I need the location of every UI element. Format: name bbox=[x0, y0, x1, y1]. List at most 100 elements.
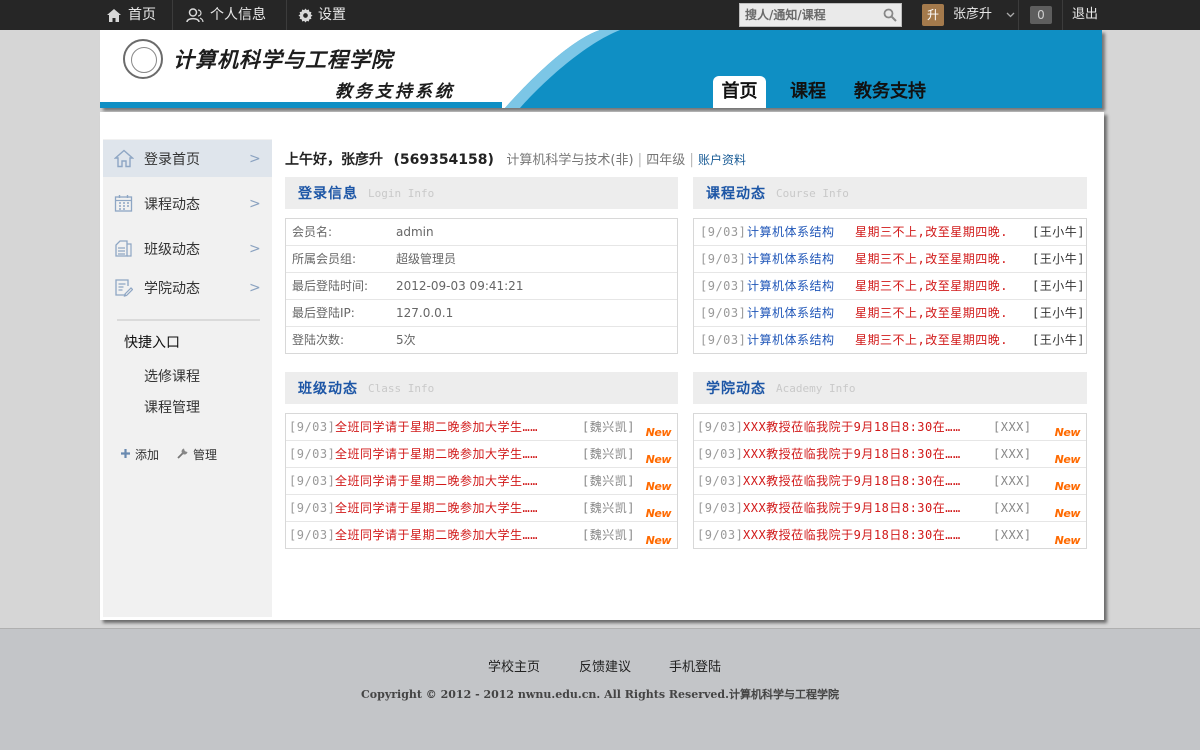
list-item[interactable]: [9/03] 全班同学请于星期二晚参加大学生…… [魏兴凯] New bbox=[286, 522, 677, 549]
news-title[interactable]: 全班同学请于星期二晚参加大学生…… bbox=[335, 441, 538, 467]
news-title[interactable]: XXX教授莅临我院于9月18日8:30在…… bbox=[743, 522, 961, 548]
news-date: [9/03] bbox=[289, 420, 336, 434]
news-author: [魏兴凯] bbox=[582, 420, 635, 434]
search-box bbox=[739, 3, 902, 27]
top-navigation-bar: 首页 个人信息 设置 升 张彦升 0 退出 bbox=[0, 0, 1200, 30]
add-label: 添加 bbox=[135, 448, 160, 462]
class-news-list: [9/03] 全班同学请于星期二晚参加大学生…… [魏兴凯] New [9/03] 全班同… bbox=[285, 413, 678, 549]
user-greeting: 上午好，张彦升 (569354158) 计算机科学与技术(非) | 四年级 | 账户资料 bbox=[285, 149, 746, 169]
tab-home[interactable]: 首页 bbox=[713, 76, 766, 108]
nav-profile-link[interactable]: 个人信息 bbox=[186, 0, 266, 30]
home-icon bbox=[113, 149, 135, 172]
news-text[interactable]: 星期三不上,改至星期四晚. bbox=[855, 273, 1008, 299]
footer-link-mobile-login[interactable]: 手机登陆 bbox=[669, 656, 721, 675]
footer-link-feedback[interactable]: 反馈建议 bbox=[579, 656, 631, 675]
quick-access-title: 快捷入口 bbox=[124, 335, 180, 351]
search-input[interactable] bbox=[740, 4, 880, 26]
gear-icon bbox=[298, 7, 313, 23]
sidebar-item-class-news[interactable]: 班级动态 > bbox=[103, 230, 272, 267]
list-item[interactable]: [9/03] XXX教授莅临我院于9月18日8:30在…… [XXX] New bbox=[694, 522, 1086, 549]
site-header-banner: 计算机科学与工程学院 教务支持系统 首页 课程 教务支持 bbox=[100, 30, 1102, 108]
class-icon bbox=[114, 239, 133, 262]
user-icon bbox=[186, 7, 204, 23]
manage-shortcut-button[interactable]: 管理 bbox=[177, 446, 217, 463]
news-date: [9/03] bbox=[700, 225, 747, 239]
nav-settings-label: 设置 bbox=[318, 7, 346, 23]
list-item[interactable]: [9/03] 全班同学请于星期二晚参加大学生…… [魏兴凯] New bbox=[286, 414, 677, 441]
login-info-title-en: Login Info bbox=[368, 186, 435, 200]
sidebar-item-course-news[interactable]: 课程动态 > bbox=[103, 185, 272, 222]
quick-link-elective-courses[interactable]: 选修课程 bbox=[144, 366, 200, 386]
news-title[interactable]: 全班同学请于星期二晚参加大学生…… bbox=[335, 522, 538, 548]
news-title[interactable]: XXX教授莅临我院于9月18日8:30在…… bbox=[743, 468, 961, 494]
news-text[interactable]: 星期三不上,改至星期四晚. bbox=[855, 219, 1008, 245]
add-shortcut-button[interactable]: 添加 bbox=[120, 446, 159, 463]
user-menu[interactable]: 张彦升 bbox=[953, 0, 1015, 30]
news-title[interactable]: 全班同学请于星期二晚参加大学生…… bbox=[335, 468, 538, 494]
news-date: [9/03] bbox=[289, 474, 336, 488]
main-content-card: 登录首页 > 课程动态 > 班级动态 > 学院动态 > 快捷入口 选修课程 课程… bbox=[100, 112, 1104, 620]
search-icon[interactable] bbox=[883, 8, 897, 22]
login-info-key: 最后登陆IP: bbox=[292, 306, 355, 320]
news-text[interactable]: 星期三不上,改至星期四晚. bbox=[855, 327, 1008, 353]
academy-news-title: 学院动态 bbox=[706, 381, 766, 397]
sidebar-item-label: 学院动态 bbox=[144, 280, 200, 297]
table-row: 最后登陆时间: 2012-09-03 09:41:21 bbox=[286, 273, 677, 300]
sidebar-item-academy-news[interactable]: 学院动态 > bbox=[103, 269, 272, 306]
news-date: [9/03] bbox=[700, 252, 747, 266]
list-item[interactable]: [9/03] 全班同学请于星期二晚参加大学生…… [魏兴凯] New bbox=[286, 468, 677, 495]
list-item[interactable]: [9/03] XXX教授莅临我院于9月18日8:30在…… [XXX] New bbox=[694, 468, 1086, 495]
sidebar-item-login-home[interactable]: 登录首页 > bbox=[103, 140, 272, 177]
nav-home-link[interactable]: 首页 bbox=[106, 0, 156, 30]
tab-academic-support[interactable]: 教务支持 bbox=[850, 76, 930, 108]
course-news-panel-header: 课程动态 Course Info bbox=[693, 177, 1087, 209]
news-course-name[interactable]: 计算机体系结构 bbox=[747, 246, 835, 272]
account-info-link[interactable]: 账户资料 bbox=[698, 153, 746, 167]
academy-news-list: [9/03] XXX教授莅临我院于9月18日8:30在…… [XXX] New [9/0… bbox=[693, 413, 1087, 549]
login-info-value: 5次 bbox=[396, 333, 416, 347]
news-text[interactable]: 星期三不上,改至星期四晚. bbox=[855, 300, 1008, 326]
news-author: [王小牛] bbox=[1032, 306, 1085, 320]
news-title[interactable]: XXX教授莅临我院于9月18日8:30在…… bbox=[743, 414, 961, 440]
login-info-key: 所属会员组: bbox=[292, 252, 357, 266]
table-row: 所属会员组: 超级管理员 bbox=[286, 246, 677, 273]
wrench-icon bbox=[177, 447, 189, 462]
list-item[interactable]: [9/03] XXX教授莅临我院于9月18日8:30在…… [XXX] New bbox=[694, 414, 1086, 441]
list-item[interactable]: [9/03] XXX教授莅临我院于9月18日8:30在…… [XXX] New bbox=[694, 441, 1086, 468]
news-text[interactable]: 星期三不上,改至星期四晚. bbox=[855, 246, 1008, 272]
greeting-text: 上午好，张彦升 bbox=[285, 152, 383, 168]
list-item[interactable]: [9/03] 全班同学请于星期二晚参加大学生…… [魏兴凯] New bbox=[286, 441, 677, 468]
copyright-text: Copyright © 2012 - 2012 nwnu.edu.cn. All… bbox=[361, 688, 839, 701]
nav-profile-label: 个人信息 bbox=[210, 7, 266, 23]
news-title[interactable]: 全班同学请于星期二晚参加大学生…… bbox=[335, 495, 538, 521]
news-author: [王小牛] bbox=[1032, 333, 1085, 347]
news-author: [XXX] bbox=[993, 420, 1032, 434]
login-info-value: 超级管理员 bbox=[396, 252, 457, 266]
list-item[interactable]: [9/03] 计算机体系结构 星期三不上,改至星期四晚. [王小牛] bbox=[694, 246, 1086, 273]
footer-link-school-home[interactable]: 学校主页 bbox=[488, 656, 540, 675]
nav-settings-link[interactable]: 设置 bbox=[298, 0, 346, 30]
news-course-name[interactable]: 计算机体系结构 bbox=[747, 219, 835, 245]
list-item[interactable]: [9/03] XXX教授莅临我院于9月18日8:30在…… [XXX] New bbox=[694, 495, 1086, 522]
news-course-name[interactable]: 计算机体系结构 bbox=[747, 273, 835, 299]
student-id: (569354158) bbox=[393, 152, 494, 168]
list-item[interactable]: [9/03] 全班同学请于星期二晚参加大学生…… [魏兴凯] New bbox=[286, 495, 677, 522]
logout-link[interactable]: 退出 bbox=[1072, 0, 1098, 30]
avatar[interactable]: 升 bbox=[922, 4, 944, 26]
news-course-name[interactable]: 计算机体系结构 bbox=[747, 327, 835, 353]
quick-link-course-management[interactable]: 课程管理 bbox=[144, 397, 200, 417]
chevron-down-icon bbox=[1006, 12, 1015, 18]
list-item[interactable]: [9/03] 计算机体系结构 星期三不上,改至星期四晚. [王小牛] bbox=[694, 219, 1086, 246]
list-item[interactable]: [9/03] 计算机体系结构 星期三不上,改至星期四晚. [王小牛] bbox=[694, 300, 1086, 327]
tab-courses[interactable]: 课程 bbox=[788, 76, 828, 108]
news-course-name[interactable]: 计算机体系结构 bbox=[747, 300, 835, 326]
user-name: 张彦升 bbox=[953, 7, 993, 22]
sidebar-item-label: 登录首页 bbox=[144, 151, 200, 168]
list-item[interactable]: [9/03] 计算机体系结构 星期三不上,改至星期四晚. [王小牛] bbox=[694, 273, 1086, 300]
notification-count-badge[interactable]: 0 bbox=[1030, 6, 1052, 24]
news-title[interactable]: 全班同学请于星期二晚参加大学生…… bbox=[335, 414, 538, 440]
news-title[interactable]: XXX教授莅临我院于9月18日8:30在…… bbox=[743, 441, 961, 467]
list-item[interactable]: [9/03] 计算机体系结构 星期三不上,改至星期四晚. [王小牛] bbox=[694, 327, 1086, 354]
news-author: [XXX] bbox=[993, 447, 1032, 461]
news-title[interactable]: XXX教授莅临我院于9月18日8:30在…… bbox=[743, 495, 961, 521]
